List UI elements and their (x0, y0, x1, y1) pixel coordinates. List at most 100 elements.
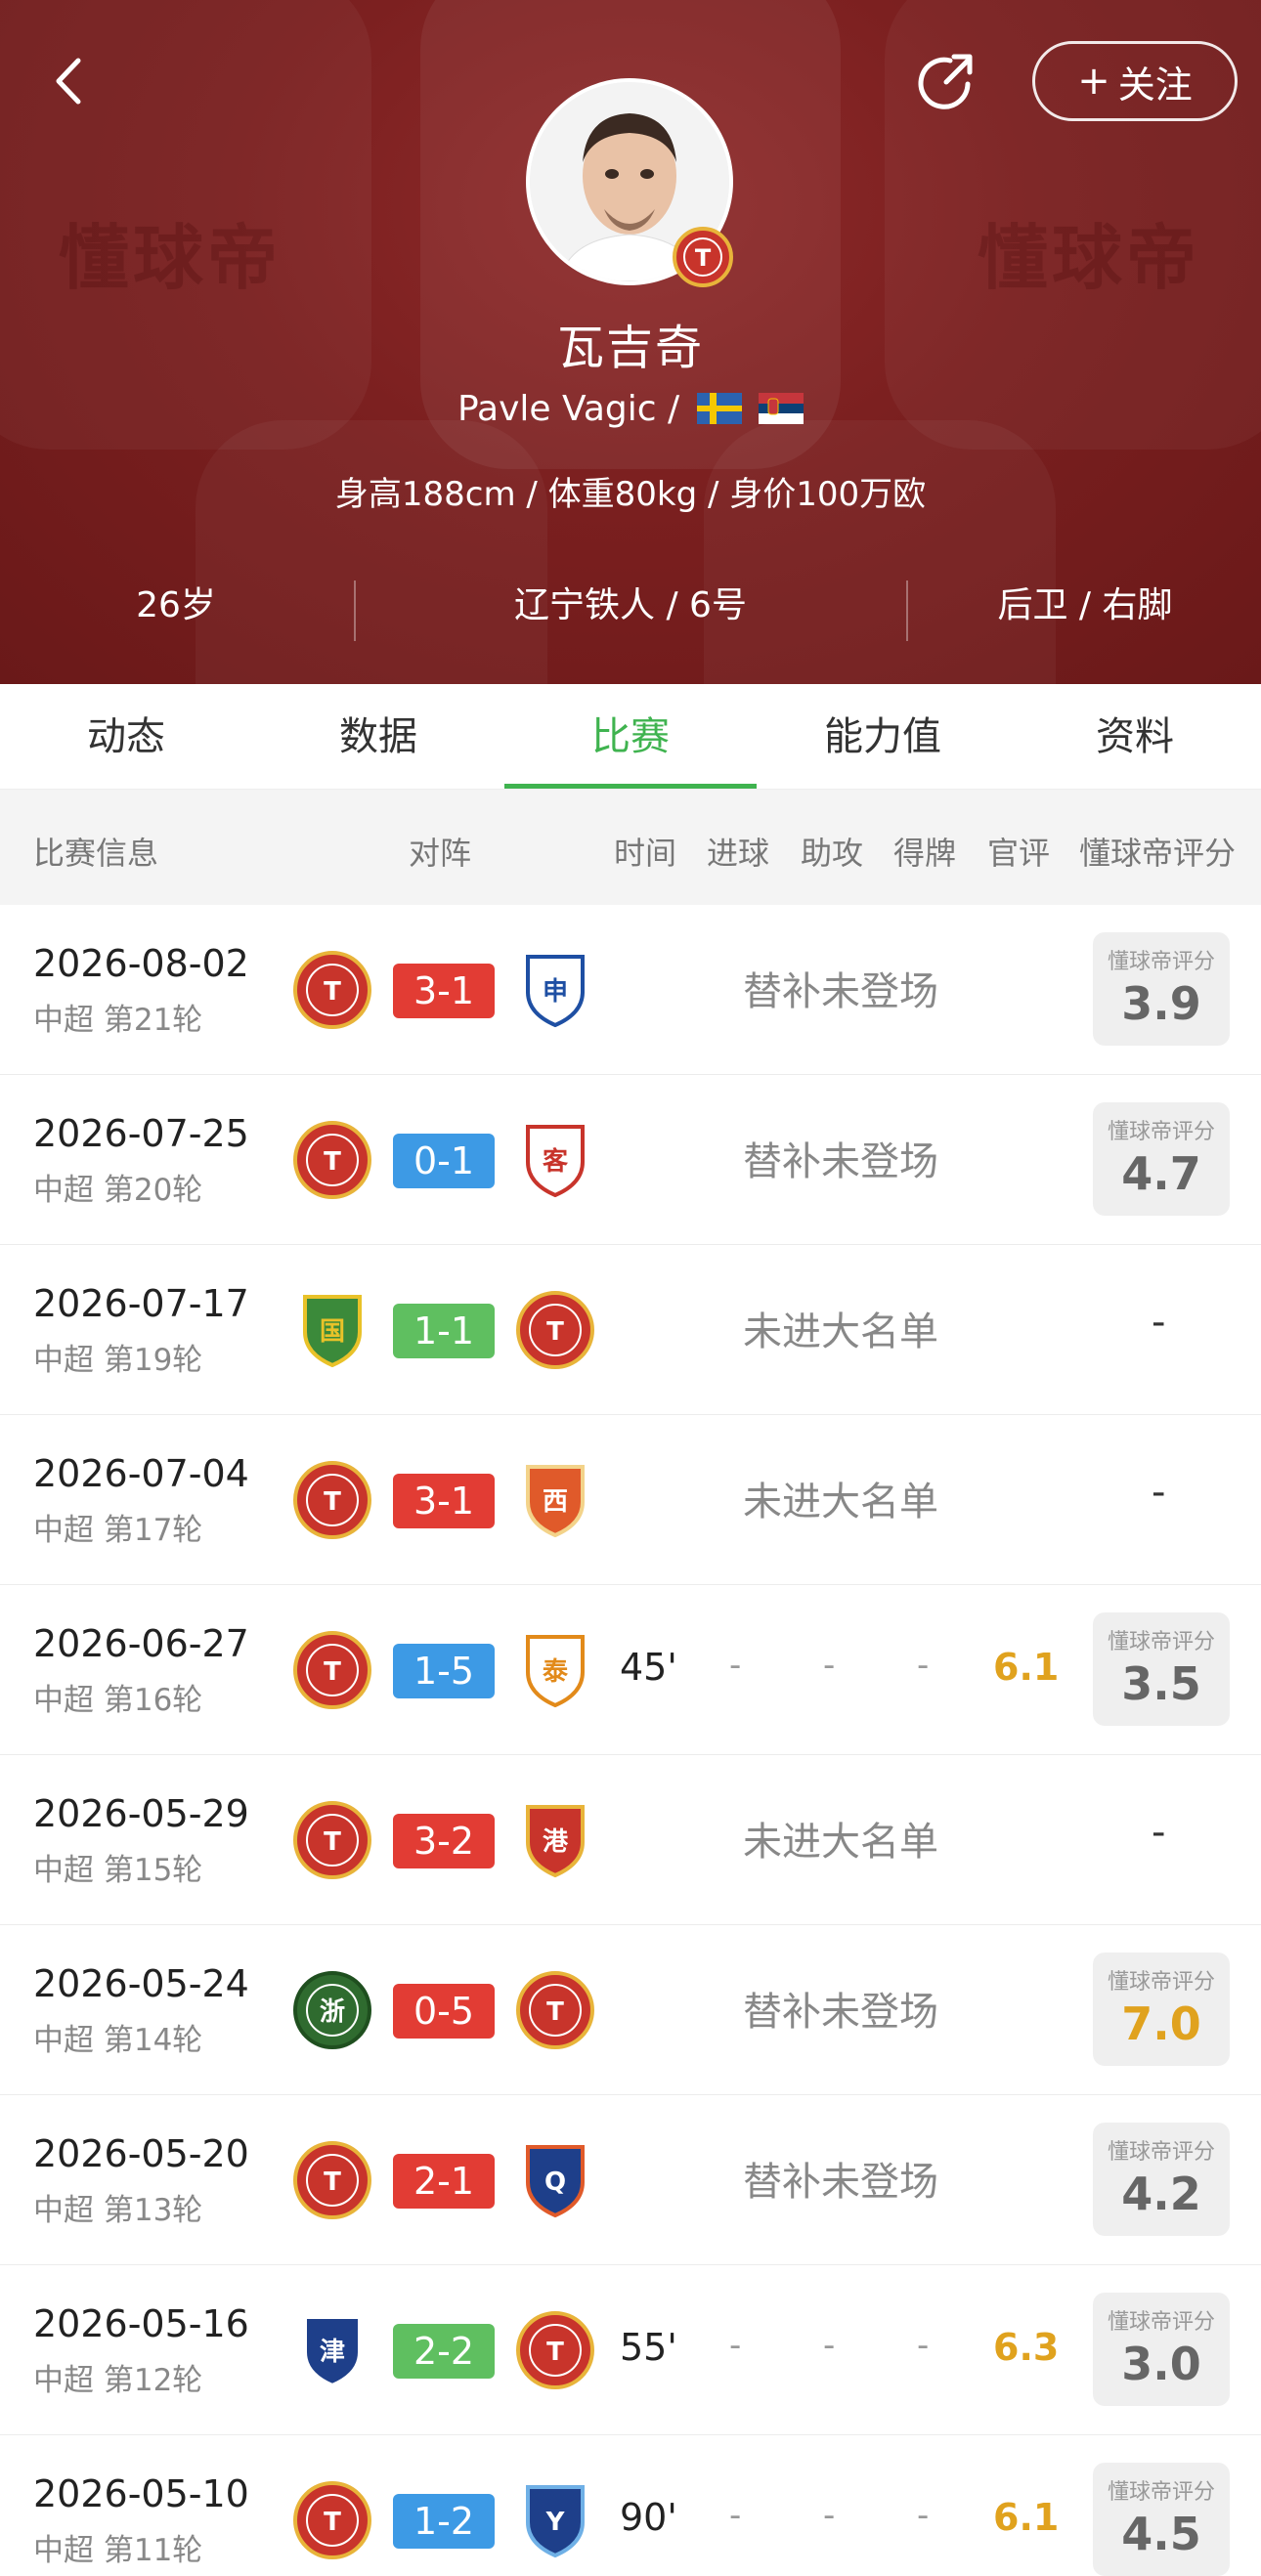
dqd-rating-label: 懂球帝评分 (1107, 1630, 1215, 1654)
cards-value: - (917, 2496, 930, 2535)
player-club-number[interactable]: 辽宁铁人 / 6号 (357, 577, 904, 627)
assists-value: - (823, 2326, 836, 2365)
player-english-name: Pavle Vagic / (0, 389, 1261, 429)
match-score: 0-5 (393, 1984, 495, 2039)
match-round: 中超 第13轮 (33, 2193, 203, 2228)
match-row[interactable]: 2026-07-17 中超 第19轮 国 1-1 T 未进大名单 - (0, 1245, 1261, 1416)
home-team-badge-icon[interactable]: T (291, 1459, 373, 1541)
away-team-badge-icon[interactable]: T (514, 1969, 596, 2051)
minutes-played: 90' (620, 2496, 677, 2539)
svg-text:泰: 泰 (543, 1657, 569, 1687)
match-date: 2026-07-17 (33, 1282, 249, 1325)
col-cards: 得牌 (893, 835, 957, 872)
home-team-badge-icon[interactable]: T (291, 2479, 373, 2561)
dqd-rating-box[interactable]: 懂球帝评分 7.0 (1093, 1953, 1230, 2066)
dqd-rating-value: 7.0 (1121, 1997, 1201, 2050)
svg-text:浙: 浙 (320, 1997, 345, 2027)
home-team-badge-icon[interactable]: T (291, 1629, 373, 1711)
away-team-badge-icon[interactable]: Q (514, 2139, 596, 2221)
match-row[interactable]: 2026-06-27 中超 第16轮 T 1-5 泰 45' - - - 6.1 懂球帝评分 3.5 (0, 1585, 1261, 1756)
home-team-badge-icon[interactable]: T (291, 1119, 373, 1201)
home-team-badge-icon[interactable]: T (291, 2139, 373, 2221)
follow-label: 关注 (1117, 63, 1193, 107)
follow-button[interactable]: + 关注 (1032, 41, 1238, 121)
dqd-rating-box[interactable]: 懂球帝评分 3.0 (1093, 2293, 1230, 2406)
dqd-rating-empty: - (1152, 1810, 1166, 1855)
away-team-badge-icon[interactable]: 泰 (514, 1629, 596, 1711)
match-table-header: 比赛信息 对阵 时间 进球 助攻 得牌 官评 懂球帝评分 (0, 790, 1261, 905)
match-score: 3-1 (393, 964, 495, 1018)
svg-text:国: 国 (320, 1317, 345, 1347)
match-row[interactable]: 2026-05-16 中超 第12轮 津 2-2 T 55' - - - 6.3 懂球帝评分 3.0 (0, 2265, 1261, 2436)
match-row[interactable]: 2026-05-29 中超 第15轮 T 3-2 港 未进大名单 - (0, 1755, 1261, 1926)
dqd-rating-box[interactable]: 懂球帝评分 4.5 (1093, 2463, 1230, 2576)
sweden-flag-icon (696, 393, 742, 424)
match-score: 3-1 (393, 1474, 495, 1528)
dqd-rating-value: 4.5 (1121, 2508, 1201, 2560)
match-date: 2026-08-02 (33, 942, 249, 985)
match-score: 2-1 (393, 2154, 495, 2209)
tab-news[interactable]: 动态 (0, 684, 252, 790)
official-rating: 6.1 (993, 2496, 1060, 2539)
match-score: 3-2 (393, 1814, 495, 1868)
official-rating: 6.3 (993, 2326, 1060, 2369)
away-team-badge-icon[interactable]: Y (514, 2479, 596, 2561)
share-button[interactable] (911, 47, 981, 117)
away-team-badge-icon[interactable]: T (514, 2309, 596, 2391)
home-team-badge-icon[interactable]: T (291, 1799, 373, 1881)
tab-data[interactable]: 数据 (252, 684, 504, 790)
tab-profile[interactable]: 资料 (1009, 684, 1261, 790)
home-team-badge-icon[interactable]: 国 (291, 1289, 373, 1371)
share-icon (918, 54, 973, 109)
match-row[interactable]: 2026-05-24 中超 第14轮 浙 0-5 T 替补未登场 懂球帝评分 7.0 (0, 1925, 1261, 2096)
match-date: 2026-05-29 (33, 1792, 249, 1835)
svg-text:T: T (695, 244, 712, 272)
dqd-rating-label: 懂球帝评分 (1107, 2140, 1215, 2165)
svg-text:T: T (324, 977, 341, 1007)
match-date: 2026-07-25 (33, 1112, 249, 1155)
match-date: 2026-05-16 (33, 2302, 249, 2345)
home-team-badge-icon[interactable]: 津 (291, 2309, 373, 2391)
back-button[interactable] (43, 47, 111, 115)
appearance-status: 未进大名单 (743, 1480, 938, 1524)
away-team-badge-icon[interactable]: 西 (514, 1459, 596, 1541)
match-row[interactable]: 2026-07-04 中超 第17轮 T 3-1 西 未进大名单 - (0, 1415, 1261, 1586)
dqd-rating-box[interactable]: 懂球帝评分 4.2 (1093, 2123, 1230, 2236)
svg-text:T: T (324, 2168, 341, 2197)
match-round: 中超 第15轮 (33, 1853, 203, 1888)
svg-text:T: T (546, 1997, 564, 2027)
dqd-rating-empty: - (1152, 1300, 1166, 1345)
match-row[interactable]: 2026-08-02 中超 第21轮 T 3-1 申 替补未登场 懂球帝评分 3.9 (0, 905, 1261, 1076)
home-team-badge-icon[interactable]: T (291, 949, 373, 1031)
match-row[interactable]: 2026-07-25 中超 第20轮 T 0-1 客 替补未登场 懂球帝评分 4.7 (0, 1075, 1261, 1246)
away-team-badge-icon[interactable]: 申 (514, 949, 596, 1031)
away-team-badge-icon[interactable]: T (514, 1289, 596, 1371)
home-team-badge-icon[interactable]: 浙 (291, 1969, 373, 2051)
away-team-badge-icon[interactable]: 客 (514, 1119, 596, 1201)
tab-ability[interactable]: 能力值 (757, 684, 1009, 790)
back-arrow-icon (56, 58, 81, 105)
match-row[interactable]: 2026-05-10 中超 第11轮 T 1-2 Y 90' - - - 6.1 懂球帝评分 4.5 (0, 2435, 1261, 2576)
svg-text:T: T (546, 1317, 564, 1347)
dqd-rating-box[interactable]: 懂球帝评分 3.5 (1093, 1612, 1230, 1726)
svg-text:客: 客 (543, 1146, 569, 1177)
away-team-badge-icon[interactable]: 港 (514, 1799, 596, 1881)
dqd-rating-label: 懂球帝评分 (1107, 1120, 1215, 1144)
tab-matches[interactable]: 比赛 (504, 684, 757, 790)
assists-value: - (823, 1646, 836, 1685)
dqd-rating-label: 懂球帝评分 (1107, 950, 1215, 974)
match-round: 中超 第21轮 (33, 1003, 203, 1038)
match-round: 中超 第19轮 (33, 1343, 203, 1378)
svg-text:申: 申 (543, 977, 568, 1007)
appearance-status: 替补未登场 (743, 1139, 938, 1184)
match-date: 2026-07-04 (33, 1452, 249, 1495)
dqd-rating-value: 3.5 (1121, 1657, 1201, 1710)
dqd-rating-box[interactable]: 懂球帝评分 3.9 (1093, 932, 1230, 1046)
player-physical-info: 身高188cm / 体重80kg / 身价100万欧 (334, 475, 927, 514)
divider (354, 580, 356, 641)
minutes-played: 55' (620, 2326, 677, 2369)
match-row[interactable]: 2026-05-20 中超 第13轮 T 2-1 Q 替补未登场 懂球帝评分 4.2 (0, 2095, 1261, 2266)
dqd-rating-box[interactable]: 懂球帝评分 4.7 (1093, 1102, 1230, 1216)
col-match-info: 比赛信息 (33, 835, 159, 872)
col-goals: 进球 (707, 835, 770, 872)
